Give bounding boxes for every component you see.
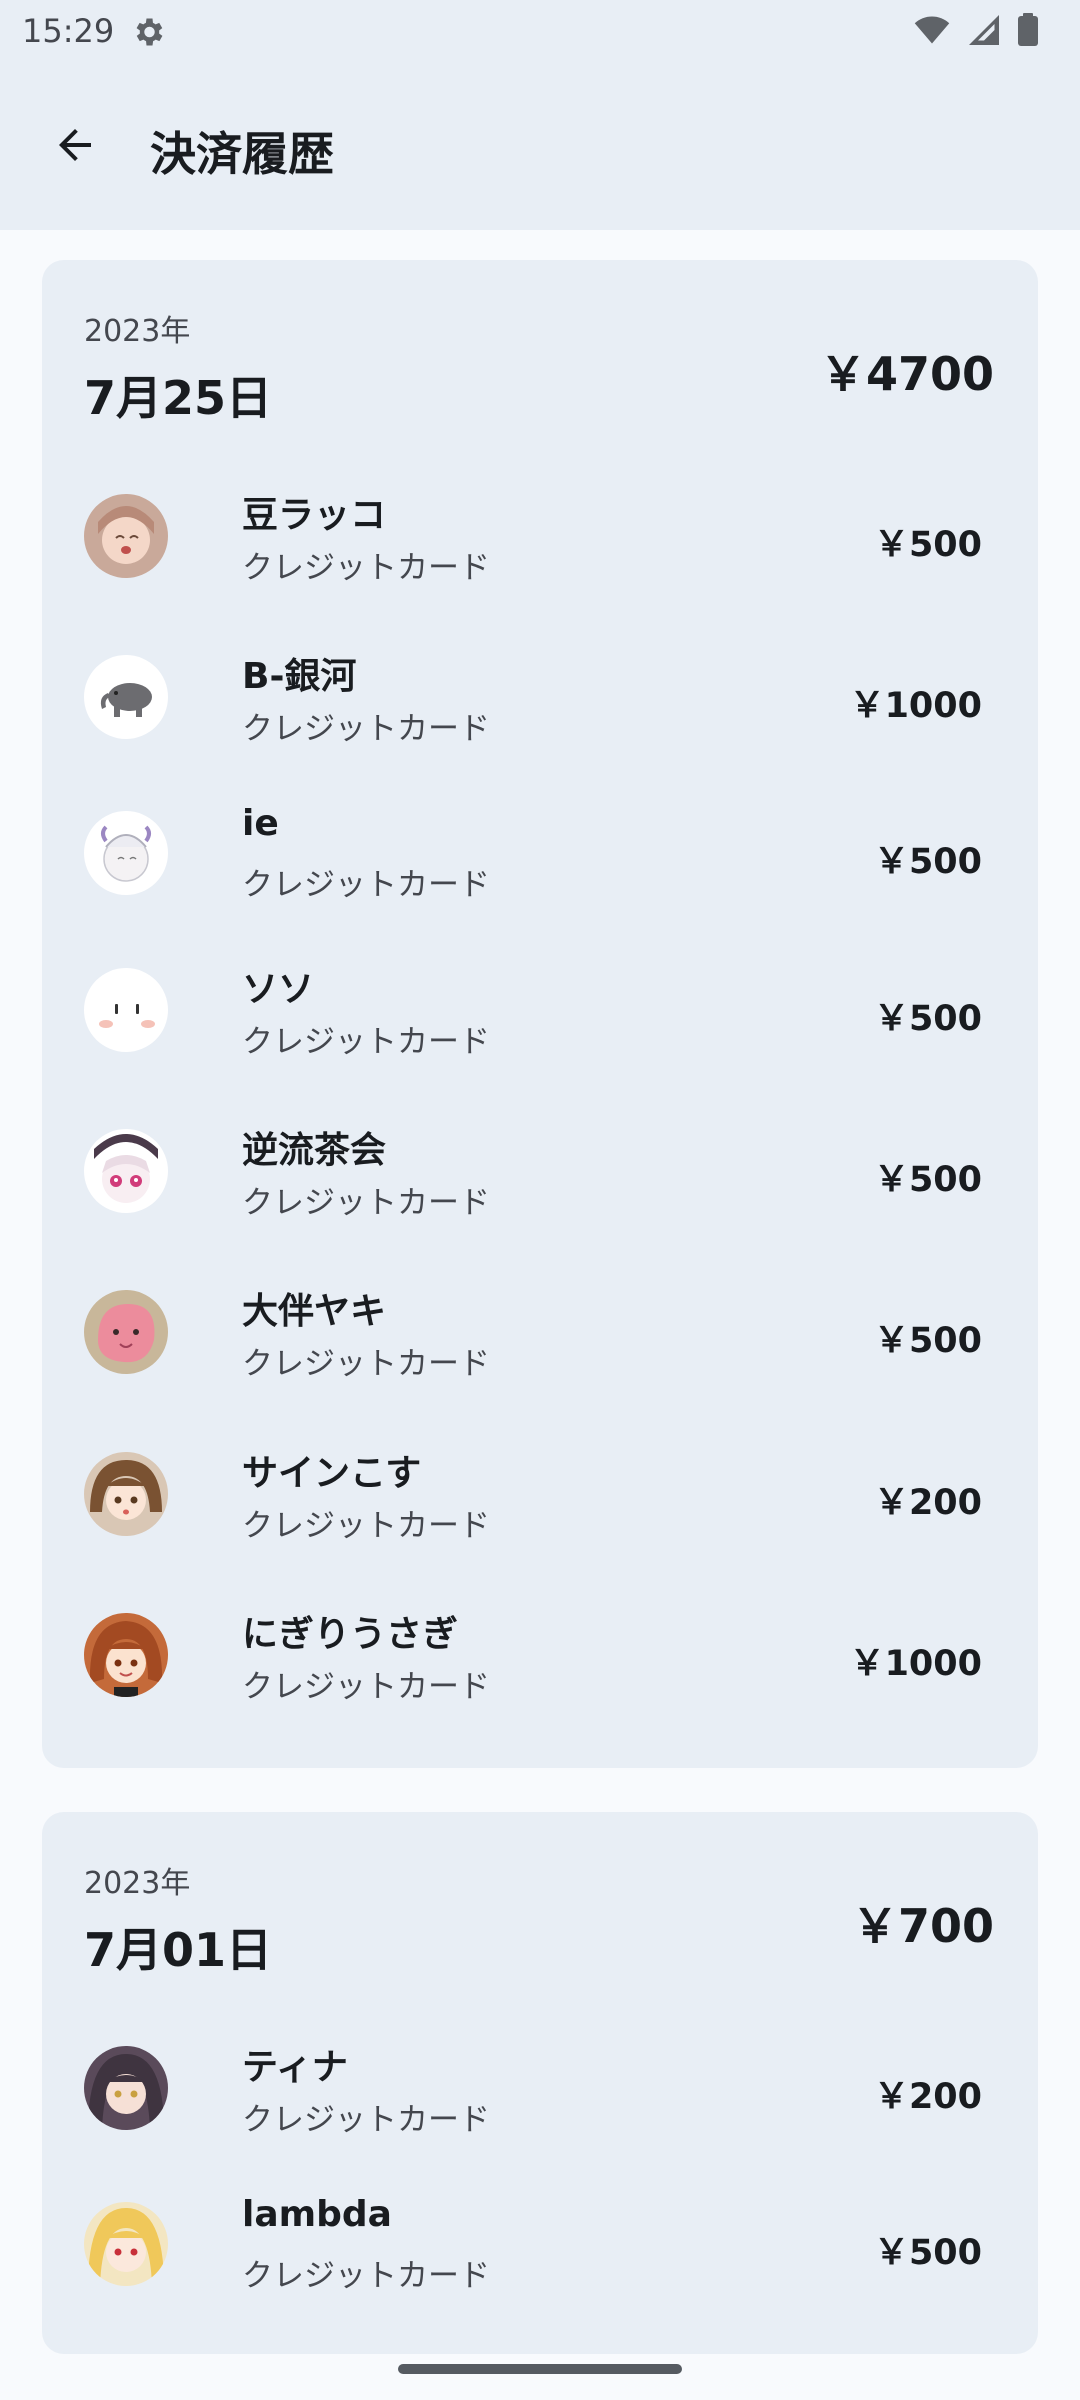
group-year: 2023年 xyxy=(84,314,191,349)
wifi-icon xyxy=(912,12,952,52)
row-name: ティナ xyxy=(242,2047,348,2088)
row-amount: ￥500 xyxy=(873,2233,982,2273)
row-method: クレジットカード xyxy=(242,1346,490,1382)
status-time: 15:29 xyxy=(22,12,115,50)
payment-row[interactable]: 大伴ヤキ クレジットカード ￥500 xyxy=(84,1270,998,1390)
arrow-back-icon xyxy=(51,121,99,173)
row-name: 大伴ヤキ xyxy=(242,1291,387,1332)
payment-row[interactable]: ティナ クレジットカード ￥200 xyxy=(84,2026,998,2146)
row-method: クレジットカード xyxy=(242,1024,490,1060)
payment-row[interactable]: 豆ラッコ クレジットカード ￥500 xyxy=(84,474,998,594)
avatar xyxy=(84,655,168,739)
row-method: クレジットカード xyxy=(242,2258,490,2294)
row-name: B-銀河 xyxy=(242,656,357,697)
row-method: クレジットカード xyxy=(242,550,490,586)
payment-row[interactable]: にぎりうさぎ クレジットカード ￥1000 xyxy=(84,1593,998,1713)
group-year: 2023年 xyxy=(84,1866,191,1901)
avatar xyxy=(84,968,168,1052)
payment-row[interactable]: lambda クレジットカード ￥500 xyxy=(84,2182,998,2302)
payment-row[interactable]: 逆流茶会 クレジットカード ￥500 xyxy=(84,1109,998,1229)
page-title: 決済履歴 xyxy=(150,127,334,181)
row-name: ソソ xyxy=(242,969,315,1010)
back-button[interactable] xyxy=(42,114,108,180)
payment-row[interactable]: ソソ クレジットカード ￥500 xyxy=(84,948,998,1068)
row-name: ie xyxy=(242,803,279,844)
payment-group-card: 2023年 7月25日 ￥4700 豆ラッコ クレジットカード ￥500 B-銀… xyxy=(42,260,1038,1768)
row-method: クレジットカード xyxy=(242,867,490,903)
row-name: lambda xyxy=(242,2194,392,2235)
row-name: サインこす xyxy=(242,1453,422,1494)
payment-group-card: 2023年 7月01日 ￥700 ティナ クレジットカード ￥200 lambd… xyxy=(42,1812,1038,2354)
payment-row[interactable]: ie クレジットカード ￥500 xyxy=(84,791,998,911)
row-amount: ￥500 xyxy=(873,1160,982,1200)
row-method: クレジットカード xyxy=(242,1508,490,1544)
group-date: 7月25日 xyxy=(84,371,273,425)
row-amount: ￥1000 xyxy=(849,686,982,726)
avatar xyxy=(84,1452,168,1536)
row-method: クレジットカード xyxy=(242,1669,490,1705)
avatar xyxy=(84,1290,168,1374)
row-method: クレジットカード xyxy=(242,1185,490,1221)
avatar xyxy=(84,2046,168,2130)
payment-row[interactable]: B-銀河 クレジットカード ￥1000 xyxy=(84,635,998,755)
avatar xyxy=(84,1613,168,1697)
avatar xyxy=(84,1129,168,1213)
row-method: クレジットカード xyxy=(242,711,490,747)
row-amount: ￥500 xyxy=(873,525,982,565)
group-total: ￥700 xyxy=(851,1899,994,1953)
group-date: 7月01日 xyxy=(84,1923,273,1977)
battery-icon xyxy=(1016,12,1040,52)
row-name: 豆ラッコ xyxy=(242,495,387,536)
row-amount: ￥200 xyxy=(873,1483,982,1523)
app-bar: 決済履歴 xyxy=(0,64,1080,230)
payment-row[interactable]: サインこす クレジットカード ￥200 xyxy=(84,1432,998,1552)
row-name: にぎりうさぎ xyxy=(242,1614,459,1655)
home-indicator[interactable] xyxy=(398,2364,682,2374)
row-amount: ￥500 xyxy=(873,999,982,1039)
status-bar: 15:29 xyxy=(0,0,1080,64)
row-amount: ￥500 xyxy=(873,1321,982,1361)
cell-signal-icon xyxy=(966,12,1002,52)
row-method: クレジットカード xyxy=(242,2102,490,2138)
row-amount: ￥1000 xyxy=(849,1644,982,1684)
avatar xyxy=(84,2202,168,2286)
gear-icon xyxy=(130,14,166,50)
group-total: ￥4700 xyxy=(819,347,994,401)
avatar xyxy=(84,494,168,578)
row-amount: ￥200 xyxy=(873,2077,982,2117)
row-name: 逆流茶会 xyxy=(242,1130,387,1171)
row-amount: ￥500 xyxy=(873,842,982,882)
avatar xyxy=(84,811,168,895)
